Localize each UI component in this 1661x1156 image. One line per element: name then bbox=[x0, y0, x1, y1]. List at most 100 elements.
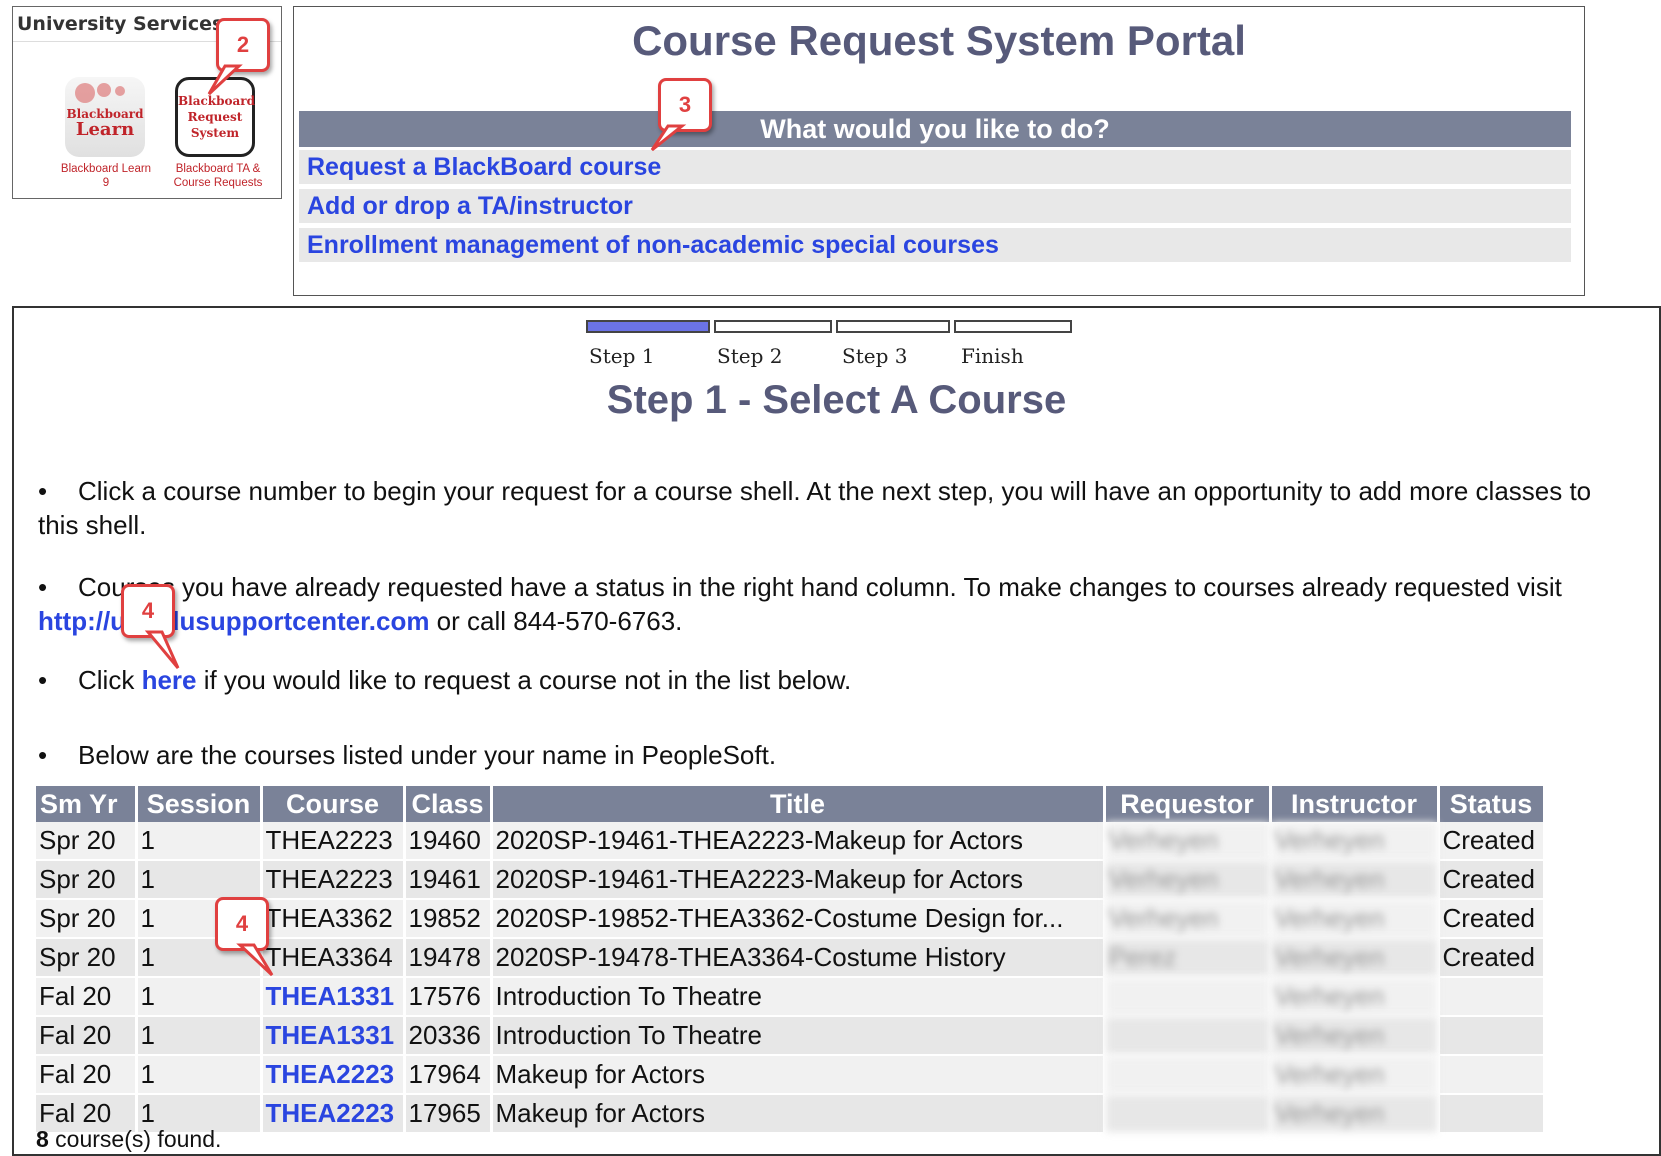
request-caption-line2: Course Requests bbox=[173, 177, 263, 189]
course-number-link[interactable]: THEA1331 bbox=[261, 977, 406, 1017]
blackboard-learn-tile[interactable]: Blackboard Learn bbox=[65, 77, 145, 157]
cell-session: 1 bbox=[136, 860, 263, 900]
cell-class: 19852 bbox=[404, 899, 493, 939]
learn-caption-line1: Blackboard Learn bbox=[60, 163, 152, 175]
step-1-label: Step 1 bbox=[589, 344, 655, 368]
instruction-bullet-4: • Below are the courses listed under your… bbox=[38, 740, 777, 770]
col-header-course[interactable]: Course bbox=[261, 786, 406, 822]
cell-session: 1 bbox=[136, 1016, 263, 1056]
cell-status bbox=[1438, 1016, 1546, 1056]
cell-smyr: Fal 20 bbox=[36, 1016, 138, 1056]
results-count-text: course(s) found. bbox=[48, 1126, 222, 1152]
bullet-1-text: Click a course number to begin your requ… bbox=[38, 476, 1592, 540]
col-header-smyr[interactable]: Sm Yr bbox=[36, 786, 138, 822]
callout-3: 3 bbox=[658, 78, 712, 132]
col-header-status[interactable]: Status bbox=[1438, 786, 1546, 822]
cell-course: THEA3362 bbox=[261, 899, 406, 939]
bullet-3-text: Click bbox=[78, 665, 142, 695]
request-tile-caption[interactable]: Blackboard TA & Course Requests bbox=[158, 162, 278, 190]
col-header-title[interactable]: Title bbox=[491, 786, 1106, 822]
portal-title: Course Request System Portal bbox=[632, 17, 1246, 64]
request-caption-line1: Blackboard TA & bbox=[175, 163, 261, 175]
cell-title: 2020SP-19461-THEA2223-Makeup for Actors bbox=[491, 822, 1106, 861]
cell-smyr: Fal 20 bbox=[36, 977, 138, 1017]
results-count: 8 course(s) found. bbox=[36, 1126, 221, 1153]
col-header-class[interactable]: Class bbox=[404, 786, 493, 822]
cell-smyr: Spr 20 bbox=[36, 860, 138, 900]
learn-tile-line2: Learn bbox=[75, 119, 135, 140]
cell-instructor: Verheyen bbox=[1270, 977, 1440, 1017]
support-center-link[interactable]: http://uh.edusupportcenter.com bbox=[38, 606, 429, 636]
step-2-bar bbox=[714, 320, 832, 333]
step-3-label: Step 3 bbox=[842, 344, 908, 368]
cell-requestor: Verheyen bbox=[1104, 899, 1272, 939]
finish-label: Finish bbox=[961, 344, 1024, 368]
cell-status bbox=[1438, 977, 1546, 1017]
instruction-bullet-3: • Click here if you would like to request… bbox=[38, 665, 852, 695]
cell-title: Introduction To Theatre bbox=[491, 977, 1106, 1017]
cell-requestor bbox=[1104, 1055, 1272, 1095]
bullet-3-tail-text: if you would like to request a course no… bbox=[196, 665, 852, 695]
step-1-bar bbox=[586, 320, 710, 333]
cell-title: 2020SP-19461-THEA2223-Makeup for Actors bbox=[491, 860, 1106, 900]
request-tile-line2: Request bbox=[187, 110, 243, 124]
cell-status: Created bbox=[1438, 822, 1546, 861]
cell-title: Introduction To Theatre bbox=[491, 1016, 1106, 1056]
course-request-portal-panel: Course Request System Portal What would … bbox=[293, 6, 1585, 296]
cell-requestor: Verheyen bbox=[1104, 822, 1272, 861]
cell-requestor bbox=[1104, 1094, 1272, 1134]
cell-course: THEA2223 bbox=[261, 822, 406, 861]
cell-course: THEA2223 bbox=[261, 860, 406, 900]
cell-title: Makeup for Actors bbox=[491, 1094, 1106, 1134]
cell-smyr: Spr 20 bbox=[36, 938, 138, 978]
callout-3-pointer-icon bbox=[650, 124, 687, 152]
cell-smyr: Spr 20 bbox=[36, 899, 138, 939]
step-2-label: Step 2 bbox=[717, 344, 783, 368]
table-row: Fal 20 1 THEA1331 20336 Introduction To Thea… bbox=[36, 1016, 1546, 1056]
cell-requestor bbox=[1104, 1016, 1272, 1056]
cell-requestor: Perez bbox=[1104, 938, 1272, 978]
table-header-row: Sm Yr Session Course Class Title Request… bbox=[36, 786, 1546, 822]
bullet-2-text: Courses you have already requested have … bbox=[78, 572, 1562, 602]
cell-instructor: Verheyen bbox=[1270, 899, 1440, 939]
enrollment-management-link[interactable]: Enrollment management of non-academic sp… bbox=[299, 228, 1571, 262]
learn-tile-caption[interactable]: Blackboard Learn 9 bbox=[51, 162, 161, 190]
cell-instructor: Verheyen bbox=[1270, 822, 1440, 861]
finish-bar bbox=[954, 320, 1072, 333]
col-header-instructor[interactable]: Instructor bbox=[1270, 786, 1440, 822]
cell-class: 19460 bbox=[404, 822, 493, 861]
callout-2: 2 bbox=[216, 18, 270, 72]
cell-requestor: Verheyen bbox=[1104, 860, 1272, 900]
table-row: Fal 20 1 THEA2223 17964 Makeup for Actors Ver… bbox=[36, 1055, 1546, 1095]
services-header: University Services bbox=[17, 13, 224, 35]
cell-requestor bbox=[1104, 977, 1272, 1017]
course-number-link[interactable]: THEA1331 bbox=[261, 1016, 406, 1056]
callout-4-course-pointer-icon bbox=[236, 943, 274, 977]
instruction-bullet-1: • Click a course number to begin your req… bbox=[38, 476, 1592, 540]
cell-status: Created bbox=[1438, 899, 1546, 939]
cell-status bbox=[1438, 1055, 1546, 1095]
cell-class: 19478 bbox=[404, 938, 493, 978]
course-number-link[interactable]: THEA2223 bbox=[261, 1055, 406, 1095]
request-course-link[interactable]: Request a BlackBoard course bbox=[299, 150, 1571, 184]
add-drop-ta-link[interactable]: Add or drop a TA/instructor bbox=[299, 189, 1571, 223]
cell-title: 2020SP-19852-THEA3362-Costume Design for… bbox=[491, 899, 1106, 939]
callout-4-here-pointer-icon bbox=[144, 630, 180, 669]
col-header-requestor[interactable]: Requestor bbox=[1104, 786, 1272, 822]
col-header-session[interactable]: Session bbox=[136, 786, 263, 822]
cell-instructor: Verheyen bbox=[1270, 1055, 1440, 1095]
course-number-link[interactable]: THEA2223 bbox=[261, 1094, 406, 1134]
cell-title: 2020SP-19478-THEA3364-Costume History bbox=[491, 938, 1106, 978]
cell-instructor: Verheyen bbox=[1270, 1094, 1440, 1134]
cell-instructor: Verheyen bbox=[1270, 938, 1440, 978]
cell-class: 17576 bbox=[404, 977, 493, 1017]
callout-4-here: 4 bbox=[121, 584, 175, 638]
table-row: Spr 20 1 THEA2223 19460 2020SP-19461-THEA222… bbox=[36, 822, 1546, 861]
cell-status: Created bbox=[1438, 938, 1546, 978]
results-count-number: 8 bbox=[36, 1126, 49, 1152]
cell-smyr: Spr 20 bbox=[36, 822, 138, 861]
table-row: Spr 20 1 THEA2223 19461 2020SP-19461-THEA222… bbox=[36, 860, 1546, 900]
cell-course: THEA3364 bbox=[261, 938, 406, 978]
cell-class: 17964 bbox=[404, 1055, 493, 1095]
bullet-2-phone-text: or call 844-570-6763. bbox=[429, 606, 683, 636]
